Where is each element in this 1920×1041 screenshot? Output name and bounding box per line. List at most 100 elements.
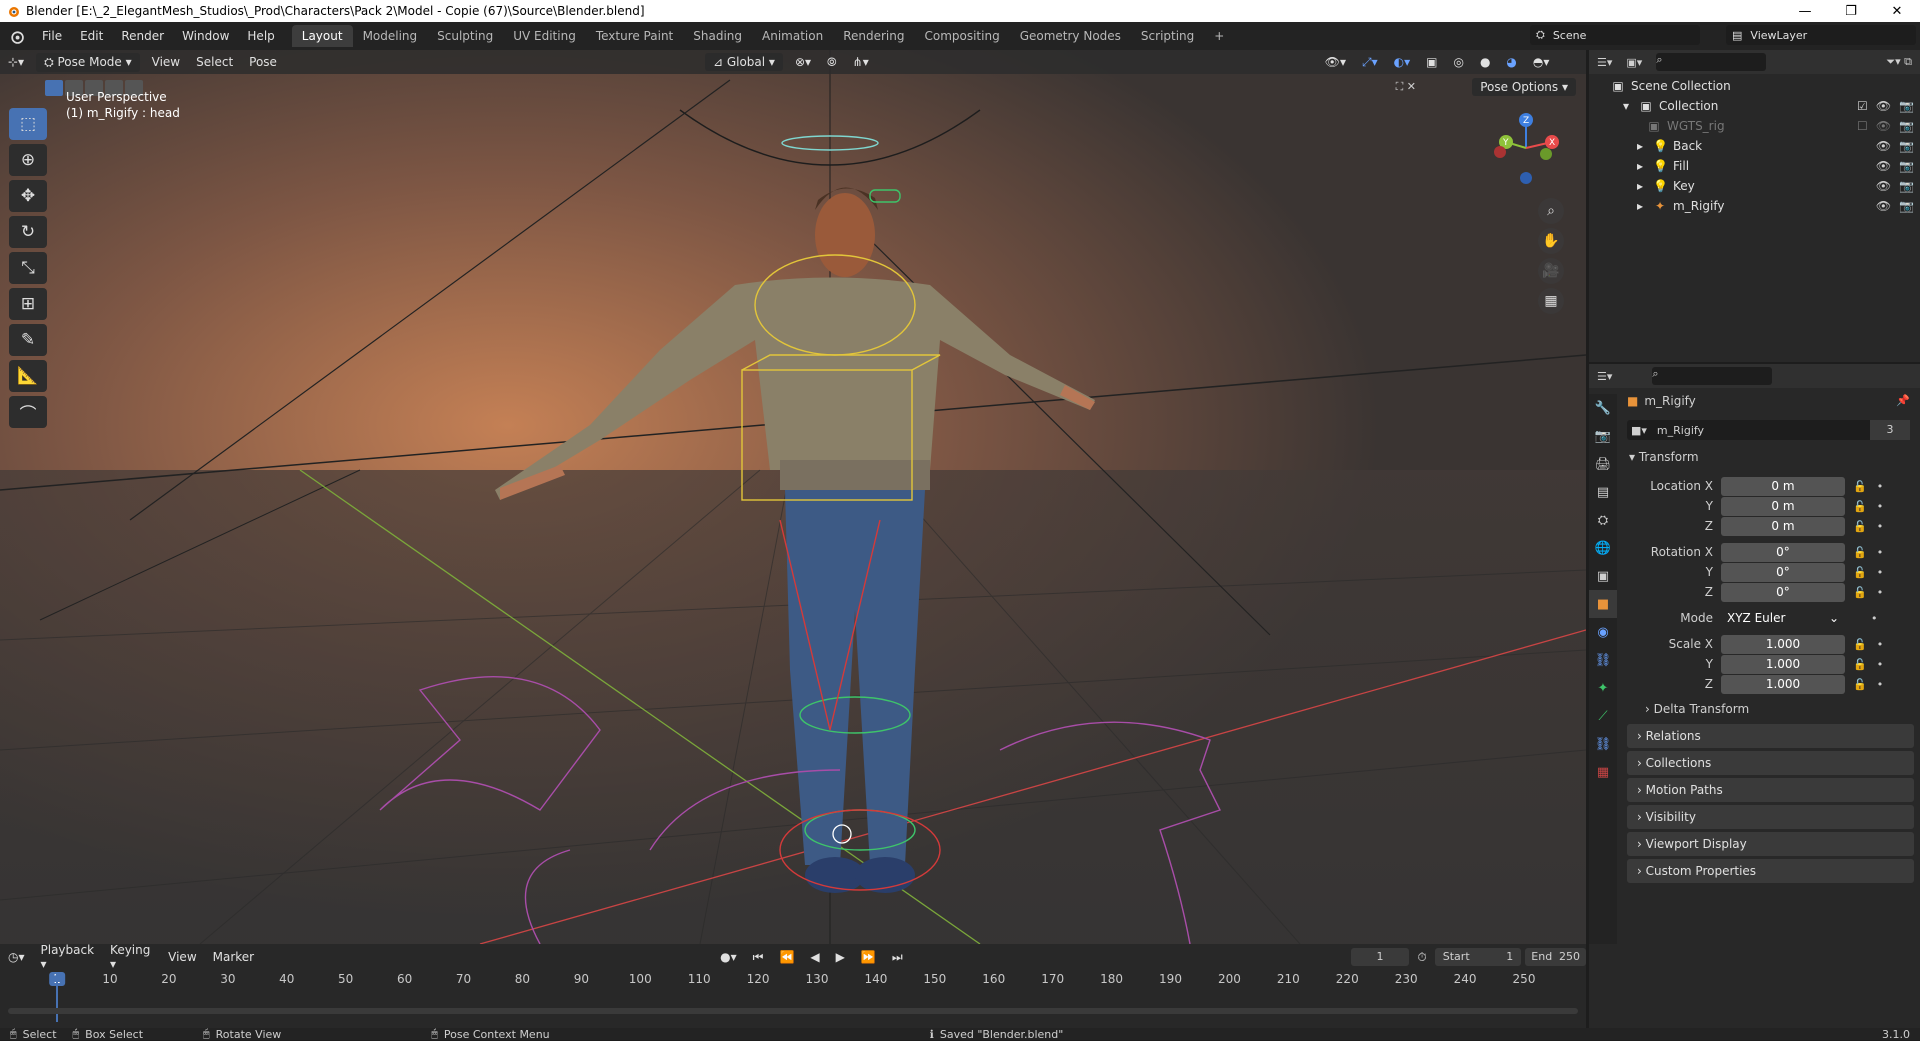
close-button[interactable]: ✕ <box>1874 4 1920 19</box>
keyframe-dot-icon[interactable]: • <box>1877 546 1884 559</box>
preview-range-icon[interactable]: ⏱ <box>1409 950 1434 965</box>
cursor-tool-icon[interactable]: ⊕ <box>9 144 47 176</box>
lock-icon[interactable]: 🔓 <box>1853 546 1867 559</box>
minimize-button[interactable]: — <box>1782 4 1828 19</box>
mode-selector[interactable]: ⛭ Pose Mode ▾ <box>36 52 140 72</box>
transform-tool-icon[interactable]: ⊞ <box>9 288 47 320</box>
eye-icon[interactable]: 👁 <box>1876 99 1891 113</box>
eye-icon[interactable]: 👁 <box>1876 159 1891 173</box>
outliner-item-wgts-rig[interactable]: ▣ WGTS_rig ☐ 👁 📷 <box>1589 116 1920 136</box>
expand-icon[interactable]: ▾ <box>1619 99 1633 113</box>
play-reverse-icon[interactable]: ◀ <box>802 950 827 964</box>
bone-constraint-tab-icon[interactable]: ⛓ <box>1589 730 1617 758</box>
location-x-field[interactable]: 0 m <box>1721 476 1845 496</box>
camera-icon[interactable]: 📷 <box>1899 159 1914 173</box>
pan-hand-icon[interactable]: ✋ <box>1538 228 1564 254</box>
camera-view-icon[interactable]: 🎥 <box>1538 258 1564 284</box>
texture-tab-icon[interactable]: ▦ <box>1589 758 1617 786</box>
play-icon[interactable]: ▶ <box>828 950 853 964</box>
menu-window[interactable]: Window <box>173 22 238 50</box>
camera-icon[interactable]: 📷 <box>1899 99 1914 113</box>
snap-target-icon[interactable]: ⋔▾ <box>845 55 877 69</box>
rotation-mode-dropdown[interactable]: XYZ Euler ⌄ <box>1721 608 1845 628</box>
physics-tab-icon[interactable]: ◉ <box>1589 618 1617 646</box>
user-count[interactable]: 3 <box>1870 420 1910 440</box>
maximize-button[interactable]: ❐ <box>1828 4 1874 19</box>
panel-collections[interactable]: › Collections <box>1627 751 1914 775</box>
scale-y-field[interactable]: 1.000 <box>1721 654 1845 674</box>
display-mode-icon[interactable]: ▣▾ <box>1626 56 1642 69</box>
prev-keyframe-icon[interactable]: ⏪ <box>771 950 802 964</box>
shading-rendered-icon[interactable]: ◓▾ <box>1525 55 1558 69</box>
camera-icon[interactable]: 📷 <box>1899 199 1914 213</box>
end-frame-field[interactable]: End 250 <box>1525 948 1586 966</box>
menu-help[interactable]: Help <box>238 22 283 50</box>
tab-texture-paint[interactable]: Texture Paint <box>586 25 683 47</box>
playhead[interactable] <box>56 972 58 1022</box>
outliner-item-back[interactable]: ▸ 💡 Back 👁 📷 <box>1589 136 1920 156</box>
lock-icon[interactable]: 🔓 <box>1853 586 1867 599</box>
checkbox-icon[interactable]: ☑ <box>1857 99 1868 113</box>
visibility-icon[interactable]: 👁▾ <box>1317 55 1354 69</box>
keyframe-dot-icon[interactable]: • <box>1877 480 1884 493</box>
lock-icon[interactable]: 🔓 <box>1853 520 1867 533</box>
location-z-field[interactable]: 0 m <box>1721 516 1845 536</box>
expand-icon[interactable]: ▸ <box>1633 159 1647 173</box>
pin-icon[interactable]: 📌 <box>1896 394 1910 407</box>
viewport-menu-view[interactable]: View <box>144 55 188 69</box>
menu-render[interactable]: Render <box>112 22 173 50</box>
tab-shading[interactable]: Shading <box>683 25 752 47</box>
snap-icon[interactable]: ⦾ <box>819 55 845 70</box>
panel-visibility[interactable]: › Visibility <box>1627 805 1914 829</box>
rotation-y-field[interactable]: 0° <box>1721 562 1845 582</box>
outliner-search-input[interactable]: ⌕ <box>1656 53 1767 71</box>
select-new-icon[interactable] <box>45 80 63 96</box>
tab-uv-editing[interactable]: UV Editing <box>503 25 586 47</box>
panel-custom-properties[interactable]: › Custom Properties <box>1627 859 1914 883</box>
eye-icon[interactable]: 👁 <box>1876 119 1891 133</box>
select-box-tool-icon[interactable]: ⬚ <box>9 108 47 140</box>
render-tab-icon[interactable]: 📷 <box>1589 422 1617 450</box>
outliner-editor-icon[interactable]: ☰▾ <box>1597 56 1612 69</box>
timeline-scrollbar[interactable] <box>8 1008 1578 1014</box>
expand-icon[interactable]: ▸ <box>1633 199 1647 213</box>
camera-icon[interactable]: 📷 <box>1899 139 1914 153</box>
shading-material-icon[interactable]: ◕ <box>1498 55 1524 69</box>
panel-viewport-display[interactable]: › Viewport Display <box>1627 832 1914 856</box>
collection-tab-icon[interactable]: ▣ <box>1589 562 1617 590</box>
scene-selector[interactable]: ⛭ Scene <box>1530 25 1700 45</box>
tab-layout[interactable]: Layout <box>291 25 353 47</box>
properties-editor-icon[interactable]: ☰▾ <box>1597 370 1612 383</box>
zoom-icon[interactable]: ⌕ <box>1538 198 1564 224</box>
gizmo-toggle-icon[interactable]: ⤢▾ <box>1354 55 1386 70</box>
jump-end-icon[interactable]: ⏭ <box>884 950 911 965</box>
location-y-field[interactable]: 0 m <box>1721 496 1845 516</box>
tab-sculpting[interactable]: Sculpting <box>427 25 503 47</box>
lock-icon[interactable]: 🔓 <box>1853 678 1867 691</box>
eye-icon[interactable]: 👁 <box>1876 199 1891 213</box>
timeline-menu-view[interactable]: View <box>160 950 204 964</box>
pose-options-dropdown[interactable]: Pose Options ▾ <box>1472 78 1576 96</box>
lock-icon[interactable]: 🔓 <box>1853 566 1867 579</box>
timeline-menu-keying[interactable]: Keying ▾ <box>102 943 160 971</box>
move-tool-icon[interactable]: ✥ <box>9 180 47 212</box>
pivot-point-icon[interactable]: ⊗▾ <box>787 55 819 69</box>
keyframe-dot-icon[interactable]: • <box>1877 566 1884 579</box>
outliner-item-m-rigify[interactable]: ▸ ✦ m_Rigify 👁 📷 <box>1589 196 1920 216</box>
filter-icon[interactable]: ⏷▾ ⧉ <box>1886 55 1912 69</box>
keyframe-dot-icon[interactable]: • <box>1877 678 1884 691</box>
tool-tab-icon[interactable]: 🔧 <box>1589 394 1617 422</box>
shading-wireframe-icon[interactable]: ◎ <box>1445 55 1471 69</box>
scene-tab-icon[interactable]: ⛭ <box>1589 506 1617 534</box>
keyframe-dot-icon[interactable]: • <box>1877 586 1884 599</box>
overlay-toggle-icon[interactable]: ◐▾ <box>1386 55 1419 69</box>
viewport-menu-pose[interactable]: Pose <box>241 55 285 69</box>
constraints-tab-icon[interactable]: ⛓ <box>1589 646 1617 674</box>
armature-data-tab-icon[interactable]: ✦ <box>1589 674 1617 702</box>
tab-rendering[interactable]: Rendering <box>833 25 914 47</box>
rotation-x-field[interactable]: 0° <box>1721 542 1845 562</box>
tab-scripting[interactable]: Scripting <box>1131 25 1204 47</box>
bone-tab-icon[interactable]: ⟋ <box>1589 702 1617 730</box>
add-workspace-button[interactable]: + <box>1204 25 1234 47</box>
ortho-toggle-icon[interactable]: ▦ <box>1538 288 1564 314</box>
